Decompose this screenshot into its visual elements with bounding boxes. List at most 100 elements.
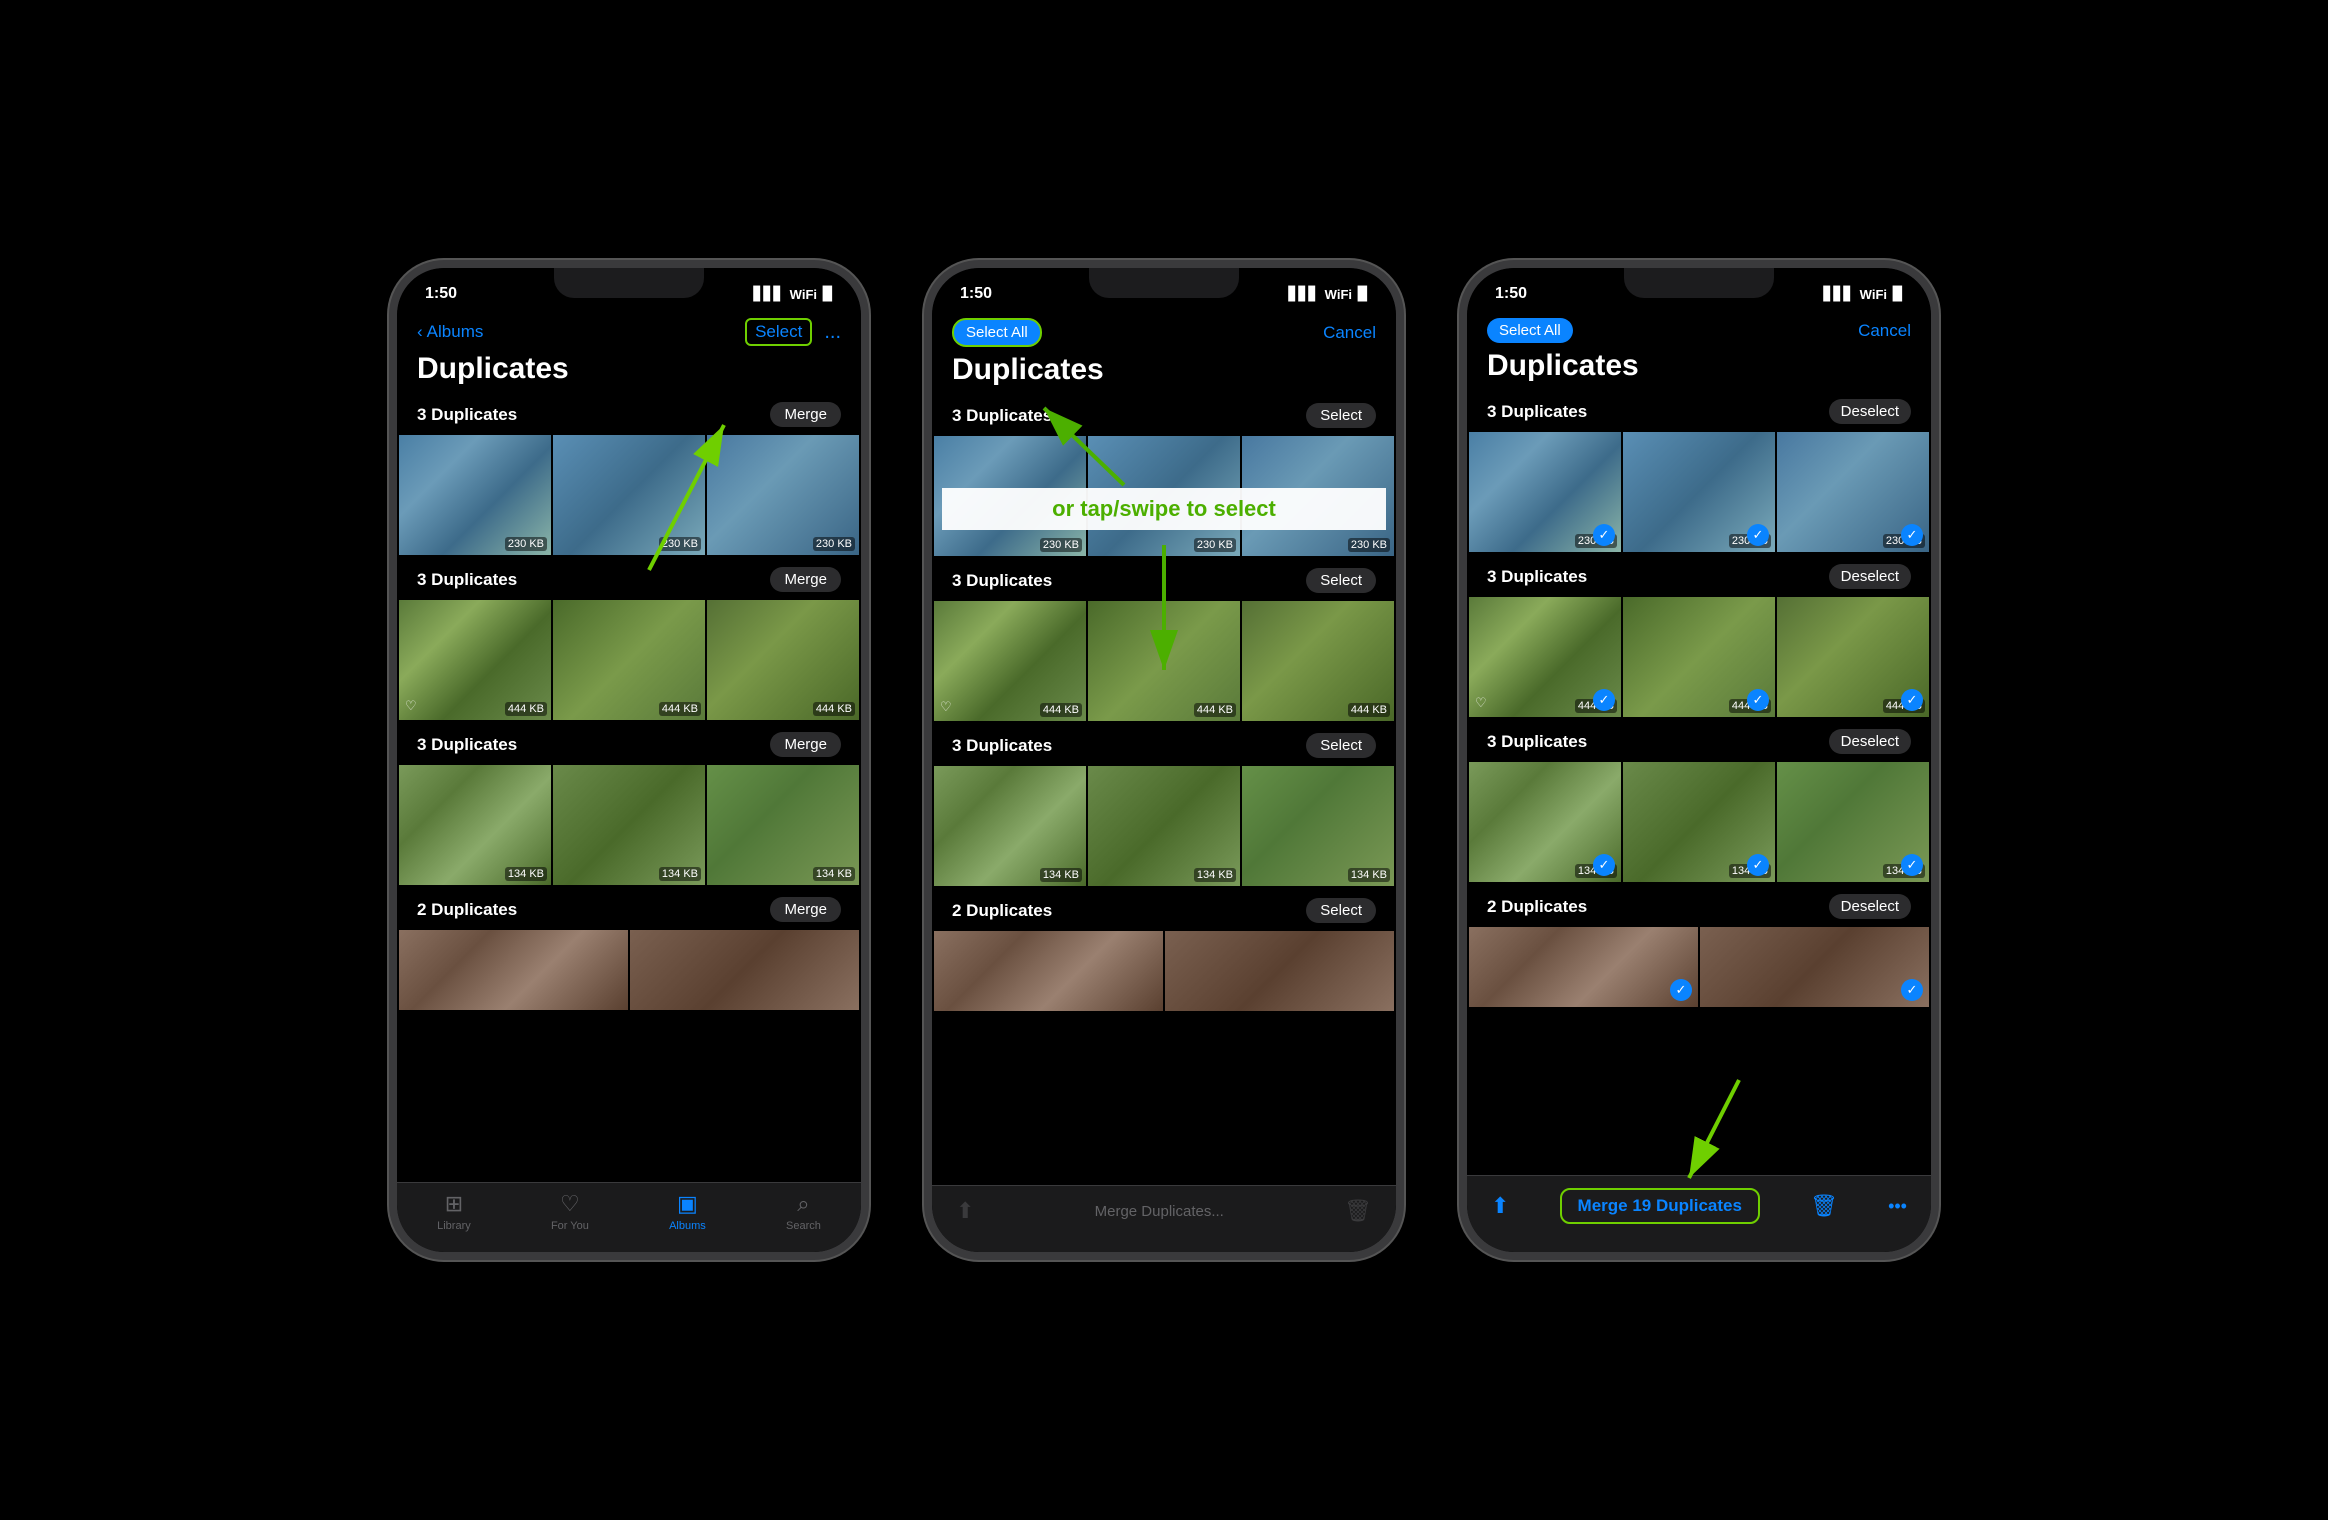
- albums-icon-1: ▣: [677, 1191, 698, 1217]
- nav-bar-2: Select All Cancel Duplicates: [932, 312, 1396, 395]
- status-icons-3: ▋▋▋ WiFi ▉: [1824, 286, 1903, 302]
- back-button-1[interactable]: ‹ Albums: [417, 322, 483, 342]
- photo-cell-2-3-1[interactable]: 134 KB: [934, 766, 1086, 886]
- deselect-button-3-2[interactable]: Deselect: [1829, 564, 1911, 589]
- tab-library-1[interactable]: ⊞ Library: [437, 1191, 471, 1232]
- battery-icon-1: ▉: [823, 286, 833, 302]
- content-3: 3 Duplicates Deselect 230 KB ✓ 230 KB ✓: [1467, 391, 1931, 1175]
- wifi-icon-1: WiFi: [790, 287, 817, 302]
- trash-icon-3[interactable]: 🗑: [1810, 1193, 1838, 1219]
- dup-group-3-1: 3 Duplicates Deselect 230 KB ✓ 230 KB ✓: [1467, 391, 1931, 552]
- dup-header-1-2: 3 Duplicates Merge: [397, 559, 861, 600]
- photo-size-1-3-1: 134 KB: [505, 867, 547, 881]
- photo-cell-3-2-1[interactable]: ♡ 444 KB ✓: [1469, 597, 1621, 717]
- dup-label-3-1: 3 Duplicates: [1487, 402, 1587, 422]
- photo-cell-3-4-2[interactable]: ✓: [1700, 927, 1929, 1007]
- nav-top-3: Select All Cancel: [1487, 318, 1911, 343]
- photo-cell-2-3-3[interactable]: 134 KB: [1242, 766, 1394, 886]
- cancel-button-2[interactable]: Cancel: [1323, 323, 1376, 343]
- photo-cell-3-3-3[interactable]: 134 KB ✓: [1777, 762, 1929, 882]
- select-all-button-3[interactable]: Select All: [1487, 318, 1573, 343]
- phone-1-wrapper: 1:50 ▋▋▋ WiFi ▉ ‹ Albums: [389, 260, 869, 1260]
- photo-cell-1-3-2[interactable]: 134 KB: [553, 765, 705, 885]
- select-all-button-2[interactable]: Select All: [952, 318, 1042, 347]
- photo-cell-3-4-1[interactable]: ✓: [1469, 927, 1698, 1007]
- photo-cell-1-4-2[interactable]: [630, 930, 859, 1010]
- photo-cell-1-3-1[interactable]: 134 KB: [399, 765, 551, 885]
- photo-cell-3-1-2[interactable]: 230 KB ✓: [1623, 432, 1775, 552]
- share-icon-2: ⬆: [956, 1198, 974, 1224]
- photo-cell-2-2-2[interactable]: 444 KB: [1088, 601, 1240, 721]
- photo-cell-3-3-1[interactable]: 134 KB ✓: [1469, 762, 1621, 882]
- tab-bar-1: ⊞ Library ♡ For You ▣ Albums ⌕ Search: [397, 1182, 861, 1252]
- share-icon-3[interactable]: ⬆: [1491, 1193, 1509, 1219]
- photo-cell-2-3-2[interactable]: 134 KB: [1088, 766, 1240, 886]
- photo-cell-1-2-2[interactable]: 444 KB: [553, 600, 705, 720]
- select-button-2-1[interactable]: Select: [1306, 403, 1376, 428]
- notch-1: [554, 268, 704, 298]
- select-button-1[interactable]: Select: [745, 318, 812, 346]
- tab-search-1[interactable]: ⌕ Search: [786, 1191, 821, 1232]
- trash-icon-2: 🗑: [1344, 1198, 1372, 1224]
- photo-size-2-3-3: 134 KB: [1348, 868, 1390, 882]
- nav-bar-3: Select All Cancel Duplicates: [1467, 312, 1931, 391]
- photo-size-1-1-2: 230 KB: [659, 537, 701, 551]
- photo-cell-2-4-2[interactable]: [1165, 931, 1394, 1011]
- photo-cell-1-1-3[interactable]: 230 KB: [707, 435, 859, 555]
- photo-cell-1-2-1[interactable]: ♡ 444 KB: [399, 600, 551, 720]
- photo-cell-3-3-2[interactable]: 134 KB ✓: [1623, 762, 1775, 882]
- photo-cell-1-1-2[interactable]: 230 KB: [553, 435, 705, 555]
- tab-foryou-1[interactable]: ♡ For You: [551, 1191, 589, 1232]
- dup-label-1-2: 3 Duplicates: [417, 570, 517, 590]
- check-icon-3-2-1: ✓: [1593, 689, 1615, 711]
- photo-cell-2-2-1[interactable]: ♡ 444 KB: [934, 601, 1086, 721]
- dup-group-3-2: 3 Duplicates Deselect ♡ 444 KB ✓ 444 KB: [1467, 556, 1931, 717]
- photo-row-3-1: 230 KB ✓ 230 KB ✓ 230 KB ✓: [1467, 432, 1931, 552]
- dup-group-1-4: 2 Duplicates Merge: [397, 889, 861, 1010]
- action-bar-3: ⬆ Merge 19 Duplicates 🗑 •••: [1467, 1175, 1931, 1252]
- dup-group-1-1: 3 Duplicates Merge 230 KB 230 KB 230: [397, 394, 861, 555]
- check-icon-3-3-1: ✓: [1593, 854, 1615, 876]
- select-button-2-4[interactable]: Select: [1306, 898, 1376, 923]
- page-title-1: Duplicates: [417, 352, 841, 386]
- photo-cell-1-2-3[interactable]: 444 KB: [707, 600, 859, 720]
- status-icons-1: ▋▋▋ WiFi ▉: [754, 286, 833, 302]
- photo-cell-3-2-2[interactable]: 444 KB ✓: [1623, 597, 1775, 717]
- merge-button-1-2[interactable]: Merge: [770, 567, 841, 592]
- page-title-3: Duplicates: [1487, 349, 1911, 383]
- dup-header-3-2: 3 Duplicates Deselect: [1467, 556, 1931, 597]
- merge-19-button[interactable]: Merge 19 Duplicates: [1560, 1188, 1760, 1224]
- merge-button-1-1[interactable]: Merge: [770, 402, 841, 427]
- signal-icon-3: ▋▋▋: [1824, 286, 1854, 302]
- phone-2-wrapper: 1:50 ▋▋▋ WiFi ▉ Select All Cancel Duplic…: [924, 260, 1404, 1260]
- check-icon-3-1-3: ✓: [1901, 524, 1923, 546]
- dup-header-1-1: 3 Duplicates Merge: [397, 394, 861, 435]
- more-button-1[interactable]: ...: [824, 321, 841, 344]
- merge-button-1-4[interactable]: Merge: [770, 897, 841, 922]
- deselect-button-3-4[interactable]: Deselect: [1829, 894, 1911, 919]
- merge-button-1-3[interactable]: Merge: [770, 732, 841, 757]
- photo-size-1-3-3: 134 KB: [813, 867, 855, 881]
- select-button-2-3[interactable]: Select: [1306, 733, 1376, 758]
- deselect-button-3-3[interactable]: Deselect: [1829, 729, 1911, 754]
- photo-cell-1-4-1[interactable]: [399, 930, 628, 1010]
- photo-size-1-2-3: 444 KB: [813, 702, 855, 716]
- photo-cell-2-2-3[interactable]: 444 KB: [1242, 601, 1394, 721]
- cancel-button-3[interactable]: Cancel: [1858, 321, 1911, 341]
- photo-cell-3-1-3[interactable]: 230 KB ✓: [1777, 432, 1929, 552]
- check-icon-3-1-1: ✓: [1593, 524, 1615, 546]
- tab-albums-1[interactable]: ▣ Albums: [669, 1191, 706, 1232]
- photo-cell-1-3-3[interactable]: 134 KB: [707, 765, 859, 885]
- status-time-2: 1:50: [960, 285, 992, 303]
- photo-cell-3-1-1[interactable]: 230 KB ✓: [1469, 432, 1621, 552]
- photo-cell-1-1-1[interactable]: 230 KB: [399, 435, 551, 555]
- deselect-button-3-1[interactable]: Deselect: [1829, 399, 1911, 424]
- select-button-2-2[interactable]: Select: [1306, 568, 1376, 593]
- photo-row-3-4: ✓ ✓: [1467, 927, 1931, 1007]
- photo-cell-2-4-1[interactable]: [934, 931, 1163, 1011]
- screen-3: 1:50 ▋▋▋ WiFi ▉ Select All Cancel Duplic…: [1467, 268, 1931, 1252]
- photo-cell-3-2-3[interactable]: 444 KB ✓: [1777, 597, 1929, 717]
- more-icon-3[interactable]: •••: [1888, 1196, 1907, 1217]
- dup-header-1-3: 3 Duplicates Merge: [397, 724, 861, 765]
- content-1: 3 Duplicates Merge 230 KB 230 KB 230: [397, 394, 861, 1182]
